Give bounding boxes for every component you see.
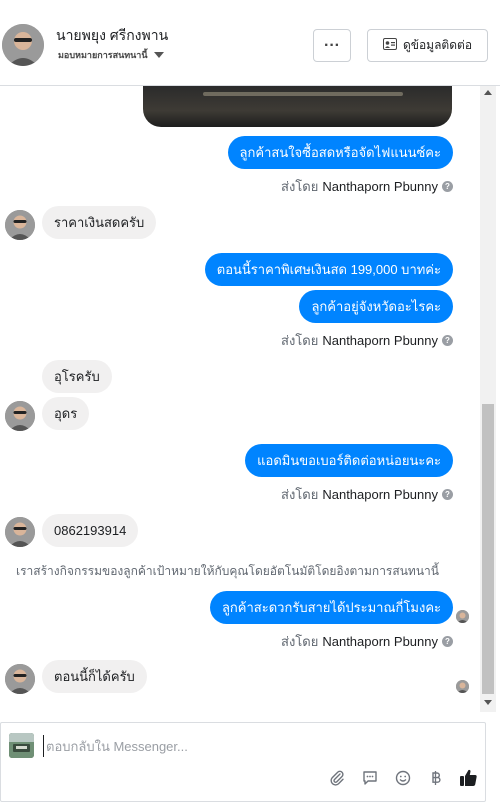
sent-by-label: ส่งโดย Nanthaporn Pbunny ?	[281, 176, 453, 197]
info-icon[interactable]: ?	[442, 489, 453, 500]
sent-by-label: ส่งโดย Nanthaporn Pbunny ?	[281, 631, 453, 652]
message-incoming[interactable]: อุดร	[42, 397, 90, 430]
message-composer	[0, 722, 486, 802]
view-contact-label: ดูข้อมูลติดต่อ	[402, 38, 473, 52]
message-incoming[interactable]: ราคาเงินสดครับ	[42, 206, 157, 239]
contact-name[interactable]: นายพยุง ศรีกงพาน	[56, 25, 168, 47]
scrollbar[interactable]	[480, 86, 496, 712]
assign-conversation-dropdown[interactable]: มอบหมายการสนทนานี้	[58, 48, 164, 62]
seen-avatar-icon	[456, 610, 469, 623]
reply-input[interactable]	[43, 735, 463, 757]
sent-by-name: Nanthaporn Pbunny	[322, 179, 438, 194]
sent-by-prefix: ส่งโดย	[281, 634, 319, 649]
sent-by-prefix: ส่งโดย	[281, 179, 319, 194]
composer-toolbar	[327, 768, 478, 787]
scrollbar-thumb[interactable]	[482, 404, 494, 694]
info-icon[interactable]: ?	[442, 636, 453, 647]
contact-avatar-small[interactable]	[5, 401, 35, 431]
sent-by-prefix: ส่งโดย	[281, 487, 319, 502]
message-incoming[interactable]: อุโรครับ	[42, 360, 112, 393]
view-contact-button[interactable]: ดูข้อมูลติดต่อ	[367, 29, 488, 62]
message-outgoing[interactable]: ลูกค้าอยู่จังหวัดอะไรคะ	[299, 290, 453, 323]
chat-bubble-icon[interactable]	[360, 768, 379, 787]
sent-by-label: ส่งโดย Nanthaporn Pbunny ?	[281, 330, 453, 351]
contact-avatar[interactable]	[2, 24, 44, 66]
image-attachment[interactable]	[143, 86, 452, 127]
sent-by-label: ส่งโดย Nanthaporn Pbunny ?	[281, 484, 453, 505]
scroll-up-arrow-icon[interactable]	[484, 90, 492, 95]
contact-avatar-small[interactable]	[5, 664, 35, 694]
info-icon[interactable]: ?	[442, 181, 453, 192]
contact-card-icon	[382, 38, 397, 53]
caret-down-icon	[153, 52, 164, 58]
sent-by-name: Nanthaporn Pbunny	[322, 333, 438, 348]
message-outgoing[interactable]: แอดมินขอเบอร์ติดต่อหน่อยนะคะ	[245, 444, 453, 477]
thumbs-up-icon[interactable]	[459, 768, 478, 787]
sent-by-prefix: ส่งโดย	[281, 333, 319, 348]
scroll-down-arrow-icon[interactable]	[484, 700, 492, 705]
seen-avatar-icon	[456, 680, 469, 693]
info-icon[interactable]: ?	[442, 335, 453, 346]
contact-avatar-small[interactable]	[5, 517, 35, 547]
smiley-icon[interactable]	[393, 768, 412, 787]
message-outgoing[interactable]: ตอนนี้ราคาพิเศษเงินสด 199,000 บาทค่ะ	[204, 253, 453, 286]
contact-avatar-small[interactable]	[5, 210, 35, 240]
system-note: เราสร้างกิจกรรมของลูกค้าเป้าหมายให้กับคุ…	[16, 564, 439, 578]
message-outgoing[interactable]: ลูกค้าสนใจซื้อสดหรือจัดไฟแนนซ์คะ	[227, 136, 453, 169]
message-outgoing[interactable]: ลูกค้าสะดวกรับสายได้ประมาณกี่โมงคะ	[209, 591, 453, 624]
sent-by-name: Nanthaporn Pbunny	[322, 487, 438, 502]
assign-label: มอบหมายการสนทนานี้	[58, 50, 148, 60]
message-incoming[interactable]: ตอนนี้ก็ได้ครับ	[42, 660, 147, 693]
paperclip-icon[interactable]	[327, 768, 346, 787]
page-avatar	[9, 733, 34, 758]
sent-by-name: Nanthaporn Pbunny	[322, 634, 438, 649]
conversation-header: นายพยุง ศรีกงพาน มอบหมายการสนทนานี้ ··· …	[0, 0, 500, 86]
more-options-button[interactable]: ···	[313, 29, 351, 62]
baht-icon[interactable]	[426, 768, 445, 787]
message-thread[interactable]: ลูกค้าสนใจซื้อสดหรือจัดไฟแนนซ์คะ ส่งโดย …	[0, 86, 480, 712]
message-incoming[interactable]: 0862193914	[42, 514, 139, 547]
